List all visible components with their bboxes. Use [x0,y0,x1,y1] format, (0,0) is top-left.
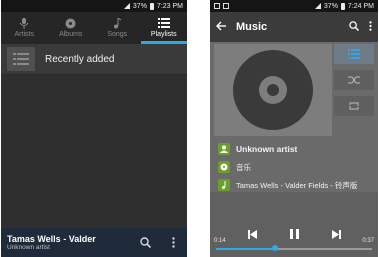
now-playing-artist: Unknown artist [7,244,50,251]
battery-percent: 37% [132,2,147,10]
pause-icon [289,229,299,239]
music-note-icon [218,179,230,191]
playback-options [334,44,374,116]
artist-name: Unknown artist [236,144,298,154]
seek-progress [216,248,276,250]
search-button[interactable] [131,231,159,255]
repeat-button[interactable] [334,96,374,116]
tab-albums[interactable]: Albums [48,12,95,44]
back-arrow-icon [216,21,226,31]
search-button[interactable] [349,18,360,36]
signal-icon [123,3,130,9]
playback-controls: 0:14 0:37 [210,192,378,257]
left-screen: 37% 7:23 PM Artists Albums Songs Playlis… [1,0,187,257]
queue-button[interactable] [334,44,374,64]
battery-icon [149,2,154,10]
album-name: 音乐 [236,162,251,172]
tab-artists[interactable]: Artists [1,12,48,44]
seek-bar[interactable] [216,245,372,251]
tab-songs[interactable]: Songs [94,12,141,44]
status-time: 7:24 PM [347,2,374,10]
overflow-menu-button[interactable] [159,231,187,255]
page-title: Music [236,21,268,33]
queue-icon [348,49,360,59]
more-vert-icon [171,237,175,248]
disc-icon [65,18,77,28]
battery-percent: 37% [323,2,338,10]
list-icon [157,18,170,28]
album-icon [218,161,230,173]
tab-playlists[interactable]: Playlists [141,12,188,44]
back-button[interactable] [216,18,226,36]
repeat-icon [349,102,359,110]
shuffle-icon [348,76,360,84]
library-tabs: Artists Albums Songs Playlists [1,12,187,44]
total-time: 0:37 [362,238,374,244]
now-playing-bar[interactable]: Tamas Wells - Valder Unknown artist [1,228,187,257]
album-art [214,44,332,136]
note-icon [111,17,123,28]
right-screen: 37% 7:24 PM Music Unknown artist 音乐 Tama… [210,0,378,257]
now-playing-title: Tamas Wells - Valder [7,234,96,244]
elapsed-time: 0:14 [214,238,226,244]
playlist-icon [7,47,35,71]
notification-icon [223,3,229,9]
more-vert-icon [369,21,372,31]
seek-thumb[interactable] [272,245,279,251]
active-tab-indicator [141,41,187,44]
previous-button[interactable] [244,226,260,242]
next-button[interactable] [328,226,344,242]
signal-icon [314,3,321,9]
search-icon [139,237,151,248]
artist-row: Unknown artist [210,140,378,158]
shuffle-button[interactable] [334,70,374,90]
app-bar: Music [210,12,378,42]
search-icon [349,21,360,32]
tab-label: Albums [59,31,83,38]
track-name: Tamas Wells - Valder Fields - 铃声版 [236,180,358,190]
overflow-menu-button[interactable] [369,18,372,36]
status-bar: 37% 7:24 PM [210,0,378,12]
status-time: 7:23 PM [156,2,183,10]
tab-label: Playlists [150,31,177,38]
mic-icon [18,17,30,29]
skip-next-icon [331,229,341,239]
skip-previous-icon [247,229,257,239]
notification-icon [214,3,220,9]
track-info: Unknown artist 音乐 Tamas Wells - Valder F… [210,140,378,194]
tab-label: Songs [107,31,128,38]
person-icon [218,143,230,155]
list-item[interactable]: Recently added [1,44,187,75]
status-bar: 37% 7:23 PM [1,0,187,12]
disc-icon [233,50,313,130]
pause-button[interactable] [286,226,302,242]
battery-icon [340,2,345,10]
tab-label: Artists [14,31,34,38]
album-row: 音乐 [210,158,378,176]
list-item-label: Recently added [45,53,115,65]
